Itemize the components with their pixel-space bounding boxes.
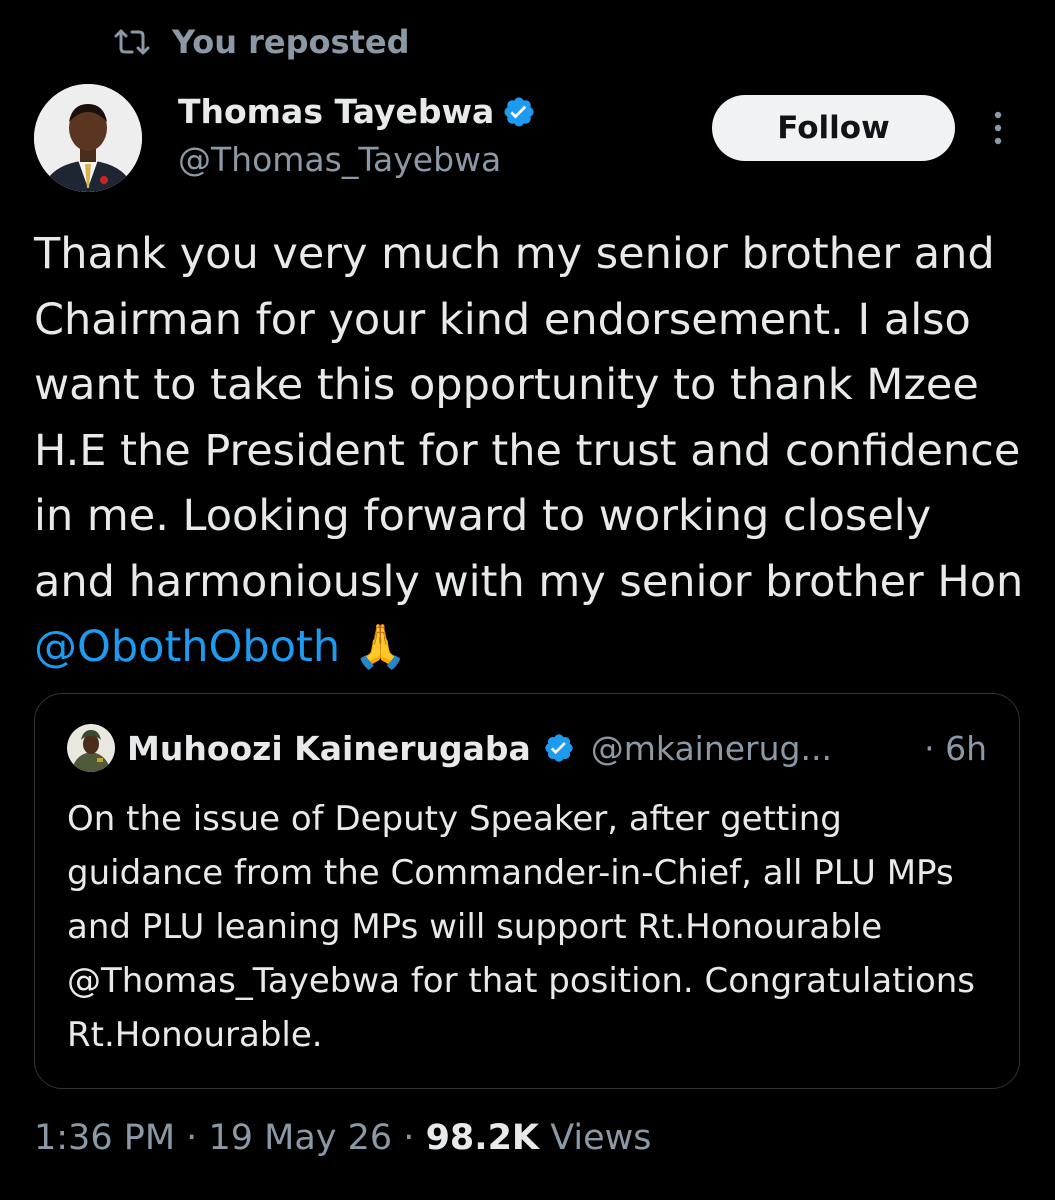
more-options-icon[interactable] — [988, 108, 1008, 148]
tweet-text-body: Thank you very much my senior brother an… — [34, 229, 1037, 607]
folded-hands-emoji: 🙏 — [353, 622, 408, 672]
author-avatar[interactable] — [34, 84, 142, 192]
quote-header: Muhoozi Kainerugaba @mkainerug... · 6h — [67, 724, 987, 772]
quote-author-name[interactable]: Muhoozi Kainerugaba — [127, 729, 531, 768]
tweet-time[interactable]: 1:36 PM — [34, 1118, 175, 1158]
repost-label: You reposted — [172, 23, 410, 61]
quote-verified-badge-icon — [543, 732, 575, 764]
repost-icon — [114, 28, 150, 56]
tweet-date[interactable]: 19 May 26 — [208, 1118, 392, 1158]
meta-separator: · — [186, 1118, 198, 1158]
tweet-meta: 1:36 PM · 19 May 26 · 98.2K Views — [34, 1118, 651, 1158]
repost-indicator: You reposted — [114, 22, 409, 62]
verified-badge-icon — [502, 95, 536, 129]
meta-separator: · — [403, 1118, 415, 1158]
follow-button[interactable]: Follow — [712, 95, 955, 161]
quote-timestamp[interactable]: · 6h — [924, 729, 987, 768]
quote-author-avatar[interactable] — [67, 724, 115, 772]
author-handle[interactable]: @Thomas_Tayebwa — [178, 140, 501, 179]
mention-link[interactable]: @ObothOboth — [34, 622, 340, 672]
views-label[interactable]: Views — [550, 1118, 651, 1158]
quote-author-handle[interactable]: @mkainerug... — [591, 729, 832, 768]
author-name[interactable]: Thomas Tayebwa — [178, 92, 494, 131]
quote-text: On the issue of Deputy Speaker, after ge… — [67, 799, 976, 1055]
views-count[interactable]: 98.2K — [426, 1118, 539, 1158]
tweet-text: Thank you very much my senior brother an… — [34, 222, 1024, 681]
quote-tweet-card[interactable]: Muhoozi Kainerugaba @mkainerug... · 6h O… — [34, 693, 1020, 1089]
author-name-row[interactable]: Thomas Tayebwa — [178, 92, 536, 131]
